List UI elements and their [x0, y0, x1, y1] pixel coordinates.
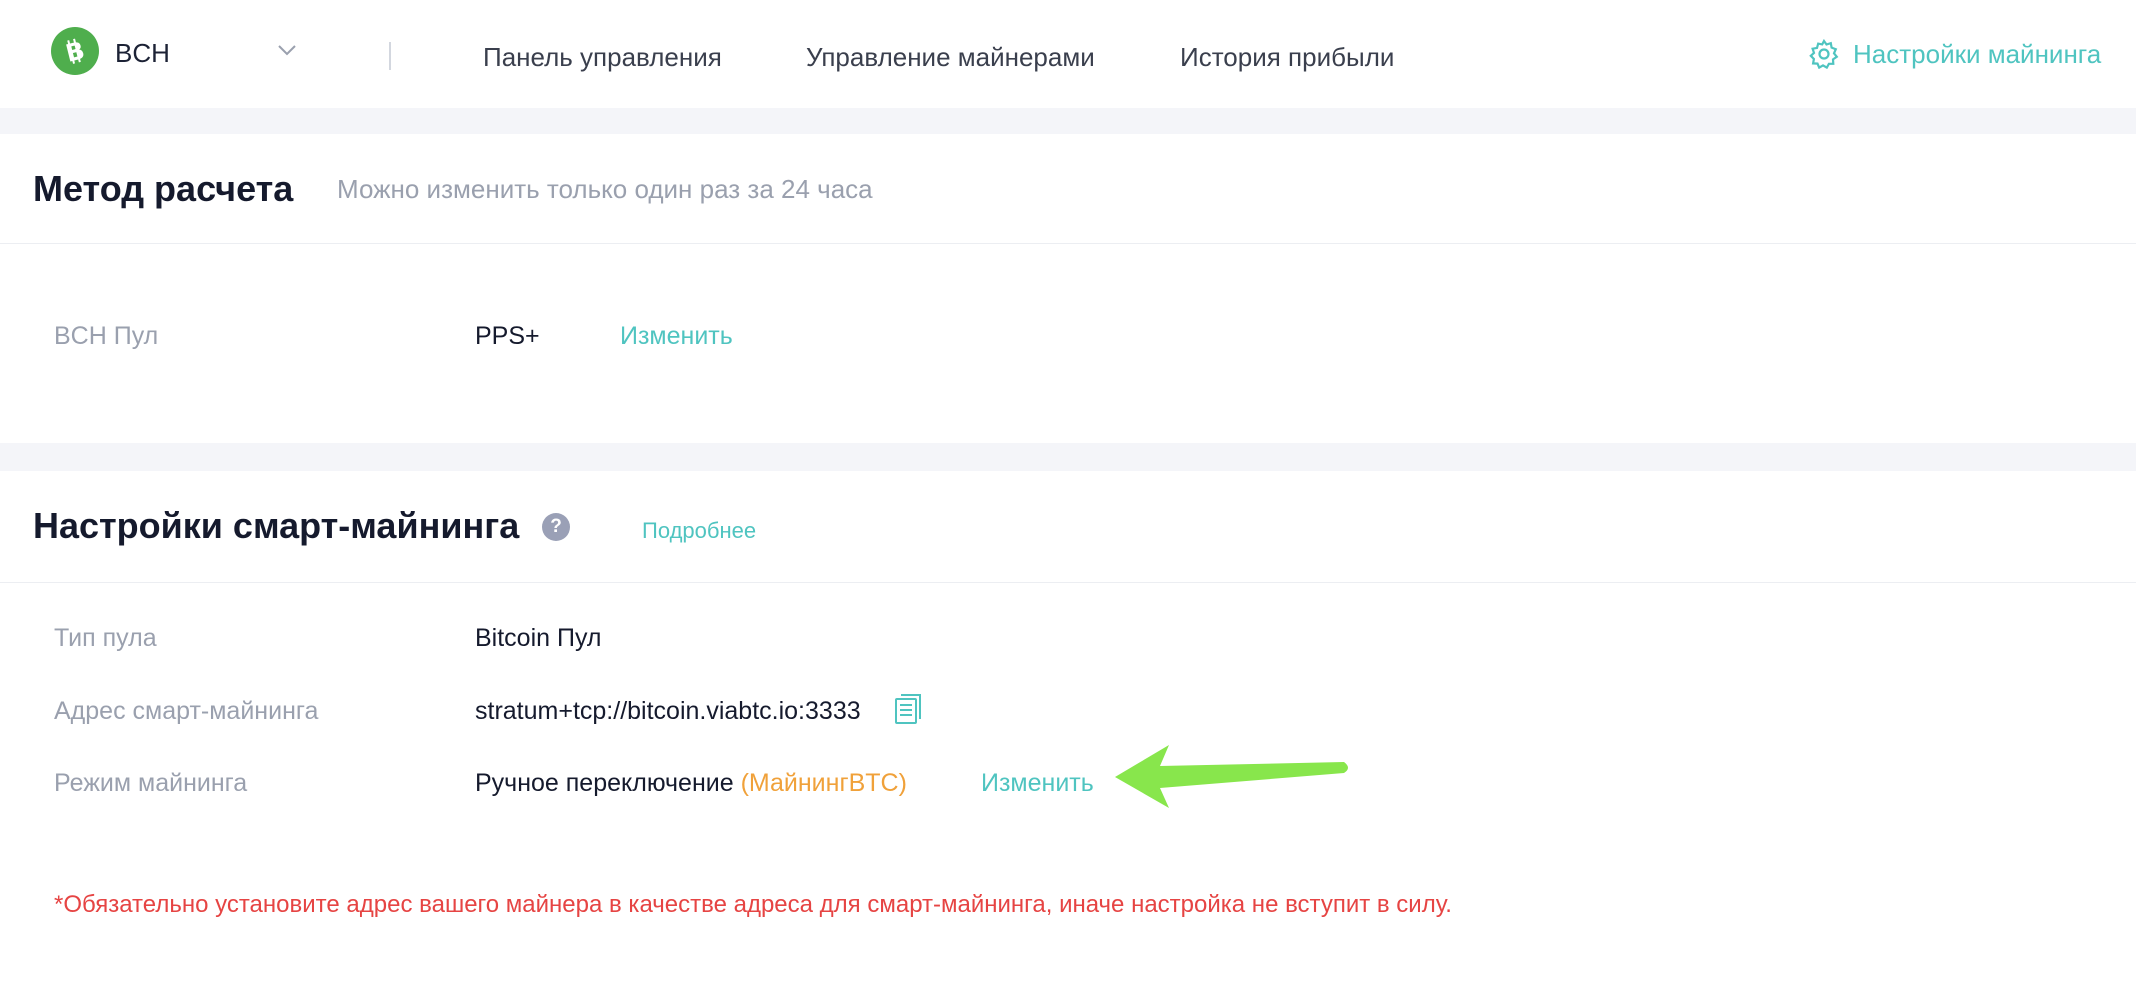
nav-miner-management[interactable]: Управление майнерами [806, 42, 1095, 73]
smart-mining-title: Настройки смарт-майнинга [33, 505, 520, 546]
pool-type-label: Тип пула [54, 624, 157, 652]
mining-settings-label: Настройки майнинга [1853, 38, 2102, 69]
bitcoin-cash-logo-icon: B [51, 27, 99, 75]
smart-address-value: stratum+tcp://bitcoin.viabtc.io:3333 [475, 697, 861, 725]
mining-mode-note: (МайнингBTC) [740, 769, 907, 797]
nav-earnings-history[interactable]: История прибыли [1180, 42, 1394, 73]
section-gap [0, 108, 2136, 134]
card-divider [0, 582, 2136, 583]
pool-label: BCH Пул [54, 322, 159, 350]
change-mining-mode-button[interactable]: Изменить [981, 769, 1094, 798]
settlement-method-card: Метод расчета Можно изменить только один… [0, 134, 2136, 443]
chevron-down-icon[interactable] [276, 42, 298, 58]
nav-dashboard[interactable]: Панель управления [483, 42, 722, 73]
gear-icon [1809, 39, 1839, 69]
learn-more-link[interactable]: Подробнее [642, 518, 756, 544]
pool-type-value: Bitcoin Пул [475, 624, 602, 652]
card-divider [0, 243, 2136, 244]
mining-mode-text: Ручное переключение [475, 769, 734, 797]
settlement-subtitle: Можно изменить только один раз за 24 час… [337, 174, 873, 204]
mining-mode-value: Ручное переключение (МайнингBTC) [475, 769, 907, 798]
section-gap [0, 443, 2136, 471]
mining-settings-link[interactable]: Настройки майнинга [1809, 36, 2101, 72]
mining-mode-label: Режим майнинга [54, 769, 248, 797]
coin-selector-label[interactable]: BCH [115, 38, 170, 69]
question-icon[interactable]: ? [542, 513, 570, 541]
copy-icon[interactable] [893, 694, 923, 726]
warning-message: *Обязательно установите адрес вашего май… [54, 891, 1452, 918]
nav-divider [389, 42, 391, 70]
change-settlement-button[interactable]: Изменить [620, 322, 733, 351]
settlement-title: Метод расчета [33, 168, 294, 209]
pool-method-value: PPS+ [475, 322, 540, 350]
smart-address-label: Адрес смарт-майнинга [54, 697, 319, 725]
green-arrow-annotation [1115, 745, 1348, 808]
top-navigation-bar: B BCH Панель управления Управление майне… [0, 0, 2136, 108]
